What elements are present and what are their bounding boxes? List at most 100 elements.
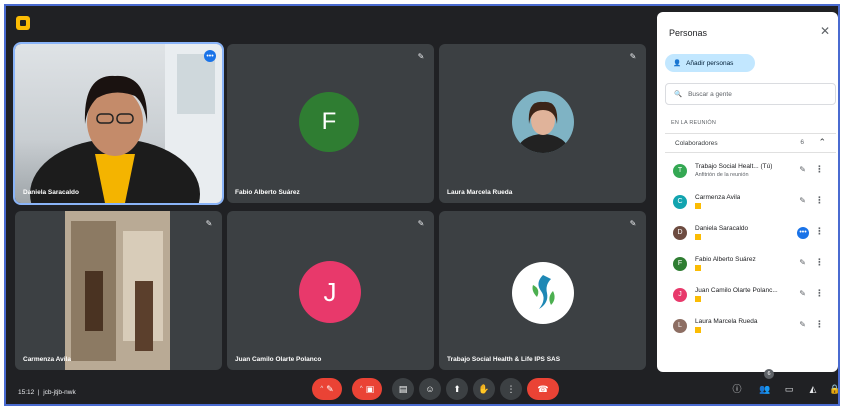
- participant-tile-6[interactable]: ✎ Trabajo Social Health & Life IPS SAS: [439, 211, 646, 370]
- captions-button[interactable]: ▤: [392, 378, 414, 400]
- more-options-icon[interactable]: ⋮: [815, 195, 824, 206]
- chevron-up-icon[interactable]: ^: [360, 386, 363, 392]
- panel-title: Personas: [669, 28, 708, 38]
- participant-name: Daniela Saracaldo: [23, 189, 79, 196]
- more-vert-icon: ⋮: [506, 383, 516, 394]
- in-meeting-label: EN LA REUNIÓN: [671, 120, 717, 126]
- person-name: Laura Marcela Rueda: [695, 318, 758, 325]
- mic-off-icon: ✎: [629, 52, 637, 61]
- participant-name: Trabajo Social Health & Life IPS SAS: [447, 356, 561, 363]
- webcam-person-image: [30, 44, 222, 203]
- chat-button[interactable]: ▭: [782, 382, 796, 396]
- participant-tile-3[interactable]: ✎ Laura Marcela Rueda: [439, 44, 646, 203]
- add-person-icon: 👤: [673, 60, 682, 67]
- participant-tile-2[interactable]: ✎ F Fabio Alberto Suárez: [227, 44, 434, 203]
- avatar: D: [673, 226, 687, 240]
- emoji-icon: ☺: [425, 384, 435, 394]
- present-screen-button[interactable]: ⬆: [446, 378, 468, 400]
- person-name: Carmenza Avila: [695, 194, 741, 201]
- person-name: Juan Camilo Olarte Polanc...: [695, 287, 778, 294]
- lock-icon: 🔒: [829, 384, 840, 394]
- reactions-button[interactable]: ☺: [419, 378, 441, 400]
- add-people-button[interactable]: 👤 Añadir personas: [665, 54, 755, 72]
- speaking-indicator-icon: •••: [204, 50, 216, 62]
- participant-avatar: J: [299, 261, 361, 323]
- list-item[interactable]: J Juan Camilo Olarte Polanc... ✎ ⋮: [665, 283, 836, 309]
- participant-tile-4[interactable]: ✎ Carmenza Avila: [15, 211, 222, 370]
- mic-off-icon[interactable]: ✎: [799, 196, 806, 205]
- mic-off-icon: ✎: [417, 52, 425, 61]
- mic-off-icon: ✎: [417, 219, 425, 228]
- meet-window: ••• Daniela Saracaldo ✎ F Fabio Alberto …: [4, 4, 840, 406]
- more-options-icon[interactable]: ⋮: [815, 257, 824, 268]
- mic-off-icon[interactable]: ✎: [799, 320, 806, 329]
- more-options-icon[interactable]: ⋮: [815, 319, 824, 330]
- phone-end-icon: ☎: [537, 383, 549, 394]
- mic-off-icon: ✎: [205, 219, 213, 228]
- meeting-time: 15:12: [18, 389, 35, 396]
- search-icon: 🔍: [674, 91, 683, 98]
- person-name: Trabajo Social Healt... (Tú): [695, 163, 773, 170]
- group-count: 6: [800, 139, 804, 146]
- more-options-icon[interactable]: ⋮: [815, 164, 824, 175]
- list-item[interactable]: T Trabajo Social Healt... (Tú) Anfitrión…: [665, 159, 836, 185]
- raise-hand-button[interactable]: ✋: [473, 378, 495, 400]
- activities-icon: ◭: [809, 384, 817, 394]
- info-icon: ⓘ: [732, 384, 742, 394]
- mic-off-icon[interactable]: ✎: [799, 165, 806, 174]
- participant-avatar: F: [299, 92, 359, 152]
- organization-logo-avatar: [512, 262, 574, 324]
- badge-icon: [695, 327, 701, 333]
- hand-icon: ✋: [478, 383, 490, 394]
- participant-name: Juan Camilo Olarte Polanco: [235, 356, 322, 363]
- present-icon: ⬆: [453, 383, 461, 394]
- badge-icon: [695, 265, 701, 271]
- people-button[interactable]: 👥: [758, 382, 772, 396]
- meeting-info: 15:12 | jcb-jtjb-nwk: [18, 389, 76, 396]
- more-options-button[interactable]: ⋮: [500, 378, 522, 400]
- more-options-icon[interactable]: ⋮: [815, 226, 824, 237]
- participant-photo-avatar: [512, 91, 574, 153]
- contributors-group-header[interactable]: Colaboradores 6 ⌃: [665, 133, 836, 153]
- microphone-toggle-button[interactable]: ^ ✎: [312, 378, 342, 400]
- participant-name: Fabio Alberto Suárez: [235, 189, 300, 196]
- participant-tile-5[interactable]: ✎ J Juan Camilo Olarte Polanco: [227, 211, 434, 370]
- list-item[interactable]: C Carmenza Avila ✎ ⋮: [665, 190, 836, 216]
- meet-logo-icon: [16, 16, 30, 30]
- camera-toggle-button[interactable]: ^ ▣: [352, 378, 382, 400]
- more-options-icon[interactable]: ⋮: [815, 288, 824, 299]
- avatar: L: [673, 319, 687, 333]
- badge-icon: [695, 203, 701, 209]
- meeting-code[interactable]: jcb-jtjb-nwk: [43, 389, 76, 396]
- people-panel: Personas ✕ 👤 Añadir personas 🔍 Buscar a …: [657, 12, 838, 372]
- leave-call-button[interactable]: ☎: [527, 378, 559, 400]
- mic-off-icon[interactable]: ✎: [799, 289, 806, 298]
- list-item[interactable]: L Laura Marcela Rueda ✎ ⋮: [665, 314, 836, 340]
- list-item[interactable]: F Fabio Alberto Suárez ✎ ⋮: [665, 252, 836, 278]
- chat-icon: ▭: [784, 384, 794, 394]
- host-controls-button[interactable]: 🔒: [828, 382, 840, 396]
- close-icon[interactable]: ✕: [818, 24, 832, 38]
- search-people-input[interactable]: 🔍 Buscar a gente: [665, 83, 836, 105]
- mic-off-icon[interactable]: ✎: [799, 258, 806, 267]
- meeting-details-button[interactable]: ⓘ: [730, 382, 744, 396]
- badge-icon: [695, 234, 701, 240]
- person-name: Fabio Alberto Suárez: [695, 256, 756, 263]
- camera-off-icon: ▣: [365, 383, 375, 394]
- person-role: Anfitrión de la reunión: [695, 172, 749, 178]
- chevron-up-icon[interactable]: ⌃: [818, 137, 826, 148]
- avatar: J: [673, 288, 687, 302]
- list-item[interactable]: D Daniela Saracaldo ••• ⋮: [665, 221, 836, 247]
- activities-button[interactable]: ◭: [806, 382, 820, 396]
- participant-name: Carmenza Avila: [23, 356, 71, 363]
- avatar: C: [673, 195, 687, 209]
- avatar: T: [673, 164, 687, 178]
- people-count-badge: 6: [764, 369, 774, 379]
- participant-tile-1[interactable]: ••• Daniela Saracaldo: [13, 42, 224, 205]
- webcam-room-image: [65, 211, 170, 370]
- mic-off-icon: ✎: [629, 219, 637, 228]
- chevron-up-icon[interactable]: ^: [320, 386, 323, 392]
- mic-off-icon: ✎: [326, 383, 334, 394]
- captions-icon: ▤: [398, 383, 408, 394]
- speaking-icon: •••: [797, 227, 809, 239]
